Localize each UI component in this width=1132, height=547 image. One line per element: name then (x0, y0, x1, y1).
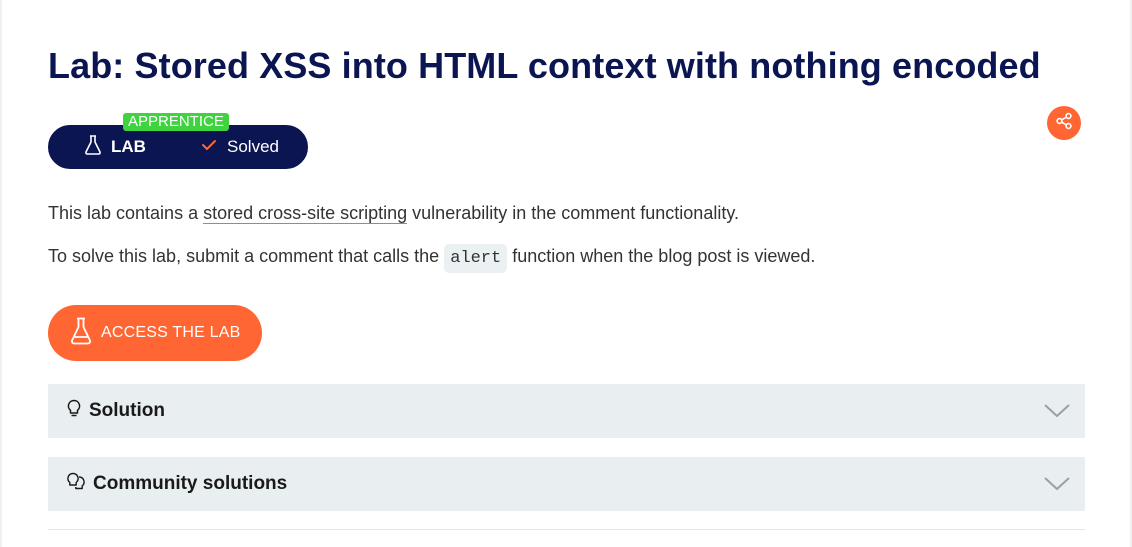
page-title: Lab: Stored XSS into HTML context with n… (48, 45, 1041, 86)
lab-label-text: LAB (111, 137, 146, 156)
level-tag: APPRENTICE (123, 113, 229, 131)
stored-xss-link[interactable]: stored cross-site scripting (203, 203, 408, 224)
page-border-left (0, 0, 2, 547)
lightbulbs-icon (66, 472, 86, 497)
status-text: Solved (227, 137, 279, 156)
chevron-down-icon (1043, 473, 1071, 498)
accordion-title: Community solutions (93, 473, 288, 494)
description-line-2: To solve this lab, submit a comment that… (48, 244, 816, 273)
flask-icon (84, 134, 102, 160)
accordion-title: Solution (89, 400, 165, 421)
description-text: This lab contains a (48, 203, 204, 223)
alert-code: alert (444, 244, 508, 273)
solved-status: Solved (201, 135, 279, 159)
description-text: vulnerability in the comment functionali… (407, 203, 739, 223)
lightbulb-icon (66, 399, 82, 424)
access-lab-label: ACCESS THE LAB (101, 324, 241, 341)
flask-icon (70, 317, 92, 350)
share-icon (1055, 112, 1073, 135)
description-text: To solve this lab, submit a comment that… (48, 246, 445, 266)
share-button[interactable] (1047, 106, 1081, 140)
lab-label: LAB (84, 134, 146, 160)
section-divider (48, 529, 1085, 530)
description-line-1: This lab contains a stored cross-site sc… (48, 203, 739, 224)
chevron-down-icon (1043, 400, 1071, 425)
checkmark-icon (201, 137, 217, 157)
description-text: function when the blog post is viewed. (507, 246, 816, 266)
accordion-community-solutions[interactable]: Community solutions (48, 457, 1085, 511)
accordion-solution[interactable]: Solution (48, 384, 1085, 438)
access-lab-button[interactable]: ACCESS THE LAB (48, 305, 262, 361)
